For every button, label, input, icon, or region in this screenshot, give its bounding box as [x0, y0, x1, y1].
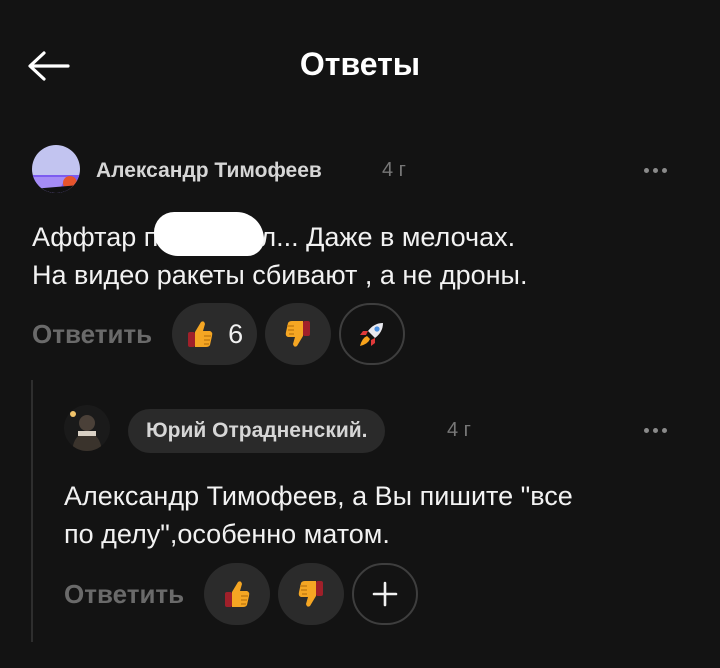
more-options-button[interactable] [640, 423, 670, 437]
dot-icon [643, 427, 649, 433]
header: Ответы [0, 0, 720, 130]
avatar-image [32, 145, 80, 193]
thumbs-up-icon [225, 581, 250, 607]
rocket-reaction-button[interactable] [339, 303, 406, 365]
reply-button[interactable]: Ответить [32, 319, 152, 350]
dislike-button[interactable] [278, 563, 345, 625]
comment-actions: Ответить [64, 563, 419, 625]
dot-icon [652, 167, 658, 173]
thread-line [31, 380, 33, 642]
like-count: 6 [228, 318, 244, 349]
comment-age: 4 г [447, 419, 471, 441]
dot-icon [661, 167, 667, 173]
comment-text: Александр Тимофеев, а Вы пишите "все по … [64, 477, 573, 553]
like-button[interactable]: 6 [172, 303, 258, 365]
comment-text-part: л... Даже в мелочах. [260, 222, 516, 252]
comment-author[interactable]: Александр Тимофеев [96, 159, 322, 183]
plus-icon [372, 581, 398, 607]
rocket-icon [360, 323, 384, 346]
comment-author[interactable]: Юрий Отрадненский. [128, 409, 386, 453]
avatar[interactable] [64, 405, 110, 451]
like-button[interactable] [204, 563, 271, 625]
comment-age: 4 г [382, 159, 406, 181]
dislike-button[interactable] [265, 303, 332, 365]
dot-icon [652, 427, 658, 433]
reply-button[interactable]: Ответить [64, 579, 184, 610]
thumbs-down-icon [298, 581, 324, 607]
dot-icon [661, 427, 667, 433]
add-reaction-button[interactable] [352, 563, 419, 625]
redaction-mark [154, 212, 265, 256]
comment-actions: Ответить 6 [32, 303, 406, 365]
page-title: Ответы [299, 46, 421, 82]
avatar-image [64, 405, 110, 451]
more-options-button[interactable] [640, 163, 670, 177]
thumbs-down-icon [285, 321, 311, 347]
avatar[interactable] [32, 145, 80, 193]
comment-text-line: по делу",особенно матом. [64, 519, 390, 549]
thumbs-up-icon [188, 321, 213, 347]
comment-text-line: Александр Тимофеев, а Вы пишите "все [64, 481, 573, 511]
dot-icon [643, 167, 649, 173]
comment-text: Аффтар п л... Даже в мелочах. На видео ра… [32, 212, 527, 294]
comment-text-line: На видео ракеты сбивают , а не дроны. [32, 260, 528, 290]
comment-text-part: Аффтар п [32, 222, 159, 252]
